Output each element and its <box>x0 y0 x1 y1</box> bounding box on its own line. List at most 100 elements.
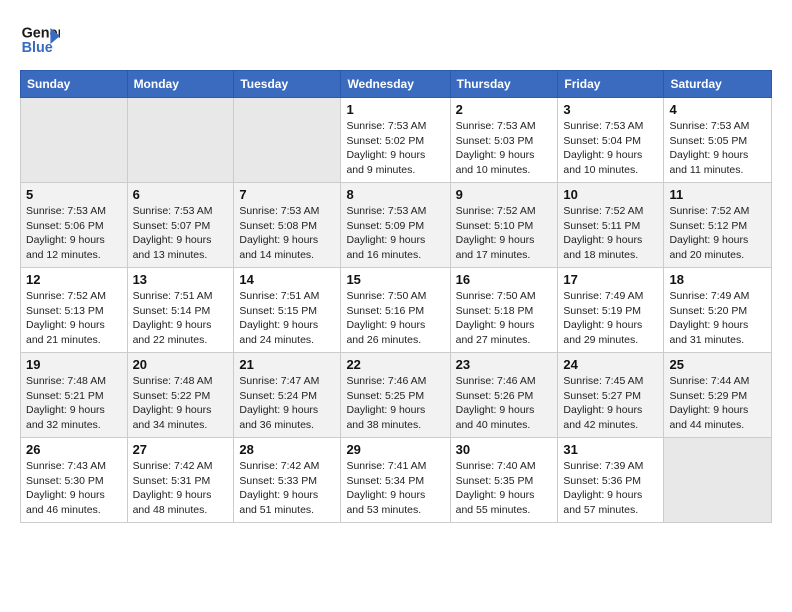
day-number: 2 <box>456 102 553 117</box>
day-number: 20 <box>133 357 229 372</box>
calendar-week-2: 5Sunrise: 7:53 AM Sunset: 5:06 PM Daylig… <box>21 183 772 268</box>
calendar-cell: 11 Sunrise: 7:52 AM Sunset: 5:12 PM Dayli… <box>664 183 772 268</box>
day-info: Sunrise: 7:53 AM Sunset: 5:06 PM Dayligh… <box>26 204 122 263</box>
day-number: 15 <box>346 272 444 287</box>
calendar-cell: 8 Sunrise: 7:53 AM Sunset: 5:09 PM Daylig… <box>341 183 450 268</box>
calendar-cell <box>664 438 772 523</box>
calendar-week-3: 12 Sunrise: 7:52 AM Sunset: 5:13 PM Dayli… <box>21 268 772 353</box>
day-number: 11 <box>669 187 766 202</box>
day-info: Sunrise: 7:52 AM Sunset: 5:13 PM Dayligh… <box>26 289 122 348</box>
day-number: 21 <box>239 357 335 372</box>
day-info: Sunrise: 7:45 AM Sunset: 5:27 PM Dayligh… <box>563 374 658 433</box>
day-info: Sunrise: 7:41 AM Sunset: 5:34 PM Dayligh… <box>346 459 444 518</box>
day-number: 4 <box>669 102 766 117</box>
day-info: Sunrise: 7:39 AM Sunset: 5:36 PM Dayligh… <box>563 459 658 518</box>
day-number: 8 <box>346 187 444 202</box>
calendar-week-1: 1 Sunrise: 7:53 AM Sunset: 5:02 PM Daylig… <box>21 98 772 183</box>
calendar-cell: 28Sunrise: 7:42 AM Sunset: 5:33 PM Dayli… <box>234 438 341 523</box>
day-number: 13 <box>133 272 229 287</box>
calendar-week-4: 19 Sunrise: 7:48 AM Sunset: 5:21 PM Dayli… <box>21 353 772 438</box>
day-number: 16 <box>456 272 553 287</box>
logo-icon: General Blue <box>20 20 60 60</box>
calendar-cell: 7 Sunrise: 7:53 AM Sunset: 5:08 PM Daylig… <box>234 183 341 268</box>
calendar-cell: 6 Sunrise: 7:53 AM Sunset: 5:07 PM Daylig… <box>127 183 234 268</box>
calendar-cell: 27 Sunrise: 7:42 AM Sunset: 5:31 PM Dayli… <box>127 438 234 523</box>
day-number: 1 <box>346 102 444 117</box>
calendar-cell: 10Sunrise: 7:52 AM Sunset: 5:11 PM Dayli… <box>558 183 664 268</box>
day-info: Sunrise: 7:40 AM Sunset: 5:35 PM Dayligh… <box>456 459 553 518</box>
day-info: Sunrise: 7:53 AM Sunset: 5:08 PM Dayligh… <box>239 204 335 263</box>
day-number: 30 <box>456 442 553 457</box>
calendar-cell: 14Sunrise: 7:51 AM Sunset: 5:15 PM Dayli… <box>234 268 341 353</box>
day-info: Sunrise: 7:53 AM Sunset: 5:07 PM Dayligh… <box>133 204 229 263</box>
calendar-cell: 31 Sunrise: 7:39 AM Sunset: 5:36 PM Dayli… <box>558 438 664 523</box>
calendar-table: SundayMondayTuesdayWednesdayThursdayFrid… <box>20 70 772 523</box>
day-number: 24 <box>563 357 658 372</box>
calendar-cell <box>21 98 128 183</box>
day-header-thursday: Thursday <box>450 71 558 98</box>
calendar-cell: 15 Sunrise: 7:50 AM Sunset: 5:16 PM Dayli… <box>341 268 450 353</box>
calendar-cell <box>127 98 234 183</box>
day-info: Sunrise: 7:51 AM Sunset: 5:15 PM Dayligh… <box>239 289 335 348</box>
calendar-cell: 29 Sunrise: 7:41 AM Sunset: 5:34 PM Dayli… <box>341 438 450 523</box>
day-header-wednesday: Wednesday <box>341 71 450 98</box>
day-info: Sunrise: 7:52 AM Sunset: 5:11 PM Dayligh… <box>563 204 658 263</box>
calendar-cell: 12 Sunrise: 7:52 AM Sunset: 5:13 PM Dayli… <box>21 268 128 353</box>
day-header-sunday: Sunday <box>21 71 128 98</box>
day-info: Sunrise: 7:44 AM Sunset: 5:29 PM Dayligh… <box>669 374 766 433</box>
day-info: Sunrise: 7:42 AM Sunset: 5:31 PM Dayligh… <box>133 459 229 518</box>
calendar-week-5: 26Sunrise: 7:43 AM Sunset: 5:30 PM Dayli… <box>21 438 772 523</box>
calendar-cell: 23 Sunrise: 7:46 AM Sunset: 5:26 PM Dayli… <box>450 353 558 438</box>
calendar-cell: 22Sunrise: 7:46 AM Sunset: 5:25 PM Dayli… <box>341 353 450 438</box>
calendar-cell: 26Sunrise: 7:43 AM Sunset: 5:30 PM Dayli… <box>21 438 128 523</box>
day-number: 17 <box>563 272 658 287</box>
calendar-cell <box>234 98 341 183</box>
day-info: Sunrise: 7:48 AM Sunset: 5:21 PM Dayligh… <box>26 374 122 433</box>
calendar-cell: 16 Sunrise: 7:50 AM Sunset: 5:18 PM Dayli… <box>450 268 558 353</box>
page-header: General Blue <box>20 20 772 60</box>
day-number: 19 <box>26 357 122 372</box>
day-info: Sunrise: 7:47 AM Sunset: 5:24 PM Dayligh… <box>239 374 335 433</box>
calendar-cell: 1 Sunrise: 7:53 AM Sunset: 5:02 PM Daylig… <box>341 98 450 183</box>
calendar-cell: 21 Sunrise: 7:47 AM Sunset: 5:24 PM Dayli… <box>234 353 341 438</box>
day-info: Sunrise: 7:50 AM Sunset: 5:18 PM Dayligh… <box>456 289 553 348</box>
calendar-cell: 9Sunrise: 7:52 AM Sunset: 5:10 PM Daylig… <box>450 183 558 268</box>
calendar-cell: 5Sunrise: 7:53 AM Sunset: 5:06 PM Daylig… <box>21 183 128 268</box>
day-info: Sunrise: 7:50 AM Sunset: 5:16 PM Dayligh… <box>346 289 444 348</box>
calendar-cell: 19 Sunrise: 7:48 AM Sunset: 5:21 PM Dayli… <box>21 353 128 438</box>
day-number: 26 <box>26 442 122 457</box>
day-info: Sunrise: 7:53 AM Sunset: 5:04 PM Dayligh… <box>563 119 658 178</box>
days-header-row: SundayMondayTuesdayWednesdayThursdayFrid… <box>21 71 772 98</box>
day-number: 28 <box>239 442 335 457</box>
day-info: Sunrise: 7:53 AM Sunset: 5:02 PM Dayligh… <box>346 119 444 178</box>
calendar-cell: 17 Sunrise: 7:49 AM Sunset: 5:19 PM Dayli… <box>558 268 664 353</box>
day-info: Sunrise: 7:49 AM Sunset: 5:20 PM Dayligh… <box>669 289 766 348</box>
svg-text:Blue: Blue <box>22 40 53 56</box>
calendar-cell: 24 Sunrise: 7:45 AM Sunset: 5:27 PM Dayli… <box>558 353 664 438</box>
day-info: Sunrise: 7:46 AM Sunset: 5:26 PM Dayligh… <box>456 374 553 433</box>
day-number: 3 <box>563 102 658 117</box>
day-number: 7 <box>239 187 335 202</box>
day-number: 29 <box>346 442 444 457</box>
calendar-cell: 20Sunrise: 7:48 AM Sunset: 5:22 PM Dayli… <box>127 353 234 438</box>
logo: General Blue <box>20 20 64 60</box>
day-number: 31 <box>563 442 658 457</box>
calendar-cell: 2Sunrise: 7:53 AM Sunset: 5:03 PM Daylig… <box>450 98 558 183</box>
day-info: Sunrise: 7:53 AM Sunset: 5:05 PM Dayligh… <box>669 119 766 178</box>
day-info: Sunrise: 7:49 AM Sunset: 5:19 PM Dayligh… <box>563 289 658 348</box>
day-number: 6 <box>133 187 229 202</box>
day-number: 9 <box>456 187 553 202</box>
day-number: 18 <box>669 272 766 287</box>
day-number: 27 <box>133 442 229 457</box>
calendar-cell: 18 Sunrise: 7:49 AM Sunset: 5:20 PM Dayli… <box>664 268 772 353</box>
day-number: 12 <box>26 272 122 287</box>
day-info: Sunrise: 7:51 AM Sunset: 5:14 PM Dayligh… <box>133 289 229 348</box>
calendar-cell: 30 Sunrise: 7:40 AM Sunset: 5:35 PM Dayli… <box>450 438 558 523</box>
day-number: 22 <box>346 357 444 372</box>
day-number: 23 <box>456 357 553 372</box>
day-header-friday: Friday <box>558 71 664 98</box>
day-header-tuesday: Tuesday <box>234 71 341 98</box>
day-info: Sunrise: 7:53 AM Sunset: 5:09 PM Dayligh… <box>346 204 444 263</box>
day-info: Sunrise: 7:52 AM Sunset: 5:12 PM Dayligh… <box>669 204 766 263</box>
calendar-cell: 13 Sunrise: 7:51 AM Sunset: 5:14 PM Dayli… <box>127 268 234 353</box>
